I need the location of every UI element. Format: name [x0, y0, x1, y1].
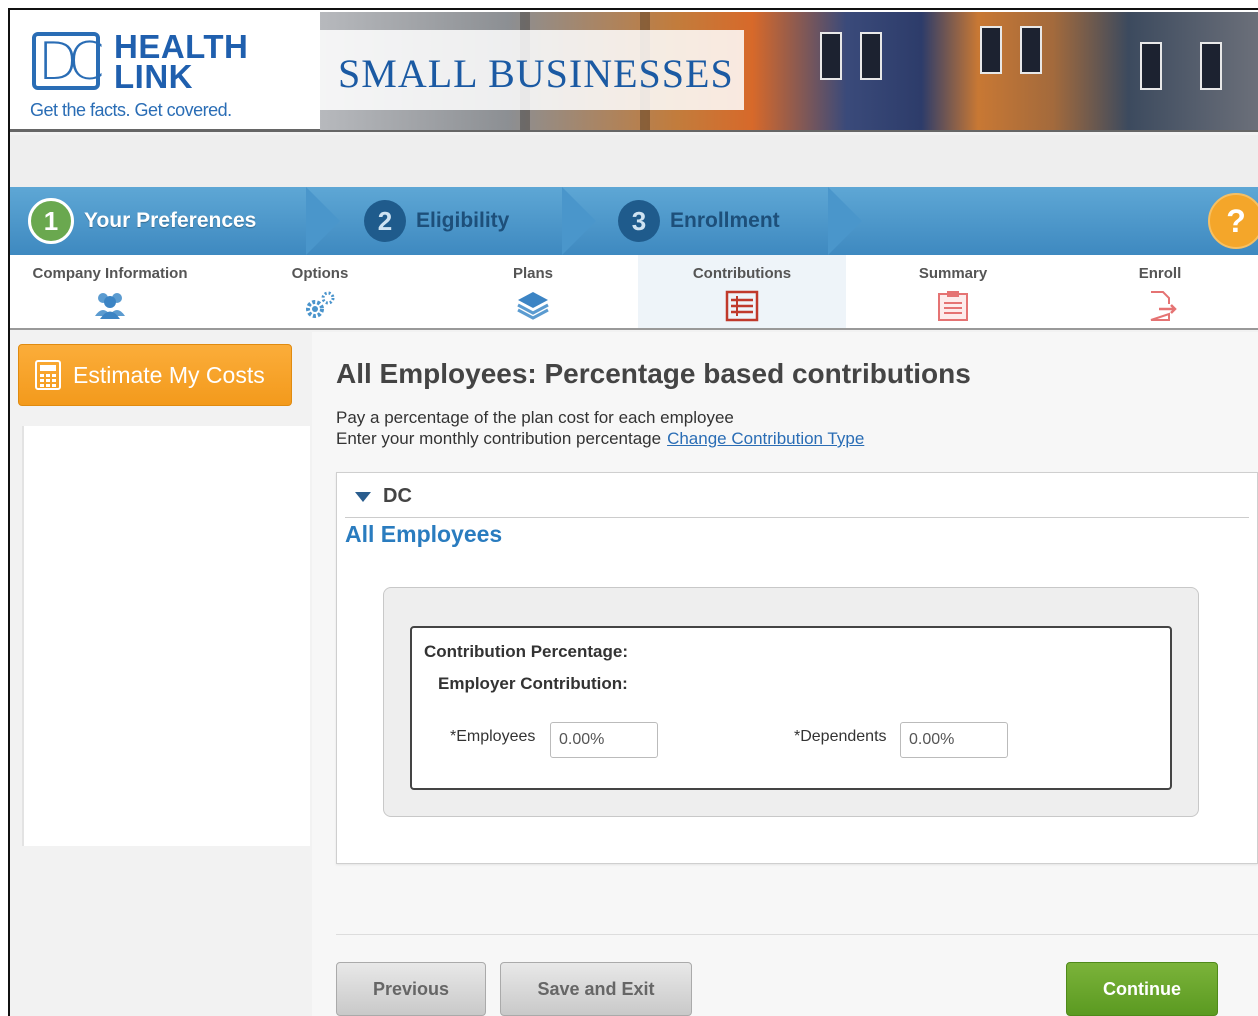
step-label: Enrollment: [670, 209, 780, 232]
employees-percentage-input[interactable]: [550, 722, 658, 758]
estimate-my-costs-button[interactable]: Estimate My Costs: [18, 344, 292, 406]
tab-contributions[interactable]: Contributions: [638, 255, 846, 328]
banner-title: SMALL BUSINESSES: [338, 51, 734, 96]
step-number-badge: 3: [618, 200, 660, 242]
continue-button[interactable]: Continue: [1066, 962, 1218, 1016]
footer-divider: [336, 934, 1258, 935]
tab-summary[interactable]: Summary: [850, 255, 1056, 328]
step-label: Your Preferences: [84, 209, 257, 232]
export-icon: [1150, 291, 1177, 321]
step-chevron-divider: [828, 187, 862, 255]
logo-dc-text: DC: [32, 32, 104, 90]
employees-label: *Employees: [450, 728, 536, 745]
tab-company-information[interactable]: Company Information: [10, 255, 210, 328]
tab-label: Enroll: [1138, 265, 1182, 282]
step-your-preferences[interactable]: 1 Your Preferences: [28, 187, 256, 255]
sidebar-panel: [22, 426, 310, 846]
logo-tagline: Get the facts. Get covered.: [30, 100, 232, 120]
previous-button[interactable]: Previous: [336, 962, 486, 1016]
logo-link-text: LINK: [114, 58, 193, 95]
contribution-outer-panel: Contribution Percentage: Employer Contri…: [383, 587, 1199, 817]
site-header: DC HEALTH LINK Get the facts. Get covere…: [10, 10, 1258, 132]
tab-enroll[interactable]: Enroll: [1060, 255, 1258, 328]
users-icon: [95, 293, 125, 319]
tab-label: Contributions: [692, 265, 792, 282]
tab-options[interactable]: Options: [220, 255, 420, 328]
step-label: Eligibility: [416, 209, 510, 232]
step-number-badge: 1: [28, 198, 74, 244]
step-chevron-divider: [562, 187, 596, 255]
header-banner-image: SMALL BUSINESSES: [320, 12, 1258, 130]
step-eligibility[interactable]: 2 Eligibility: [364, 187, 509, 255]
list-icon: [725, 290, 759, 322]
description-text: Enter your monthly contribution percenta…: [336, 429, 662, 448]
app-frame: DC HEALTH LINK Get the facts. Get covere…: [8, 8, 1258, 1016]
estimate-my-costs-label: Estimate My Costs: [73, 361, 265, 388]
gears-icon: [306, 291, 335, 318]
step-chevron-divider: [306, 187, 340, 255]
tab-label: Plans: [512, 265, 554, 282]
step-number-badge: 2: [364, 200, 406, 242]
description-line-2: Enter your monthly contribution percenta…: [336, 429, 864, 449]
tab-label: Company Information: [32, 265, 188, 282]
description-line-1: Pay a percentage of the plan cost for ea…: [336, 408, 734, 427]
progress-steps-bar: 1 Your Preferences 2 Eligibility 3 Enrol…: [10, 187, 1258, 255]
tab-label: Summary: [918, 265, 988, 282]
divider: [345, 517, 1249, 518]
save-and-exit-button[interactable]: Save and Exit: [500, 962, 692, 1016]
region-label: DC: [383, 485, 412, 507]
calculator-icon: [35, 360, 61, 390]
change-contribution-type-link[interactable]: Change Contribution Type: [667, 429, 864, 448]
region-toggle[interactable]: DC: [355, 485, 412, 508]
help-button[interactable]: ?: [1208, 193, 1258, 249]
dependents-percentage-input[interactable]: [900, 722, 1008, 758]
left-sidebar: Estimate My Costs: [10, 332, 310, 1016]
group-title: All Employees: [345, 521, 503, 547]
main-content: All Employees: Percentage based contribu…: [312, 332, 1258, 1016]
contribution-card: DC All Employees Contribution Percentage…: [336, 472, 1258, 864]
clipboard-icon: [938, 291, 968, 321]
layers-icon: [517, 292, 549, 320]
page-title: All Employees: Percentage based contribu…: [336, 358, 971, 389]
dc-health-link-logo[interactable]: DC HEALTH LINK Get the facts. Get covere…: [28, 26, 308, 126]
sub-navigation-tabs: Company Information Options Plans Contri…: [10, 255, 1258, 330]
tab-label: Options: [291, 265, 349, 282]
tab-plans[interactable]: Plans: [430, 255, 636, 328]
expand-triangle-icon: [355, 491, 371, 502]
header-spacer-bar: [10, 135, 1258, 187]
contribution-percentage-label: Contribution Percentage:: [424, 642, 629, 661]
dependents-label: *Dependents: [794, 728, 887, 745]
employer-contribution-label: Employer Contribution:: [438, 674, 628, 693]
contribution-form: Contribution Percentage: Employer Contri…: [410, 626, 1172, 790]
step-enrollment[interactable]: 3 Enrollment: [618, 187, 780, 255]
logo-dc-mark: DC: [32, 32, 104, 92]
